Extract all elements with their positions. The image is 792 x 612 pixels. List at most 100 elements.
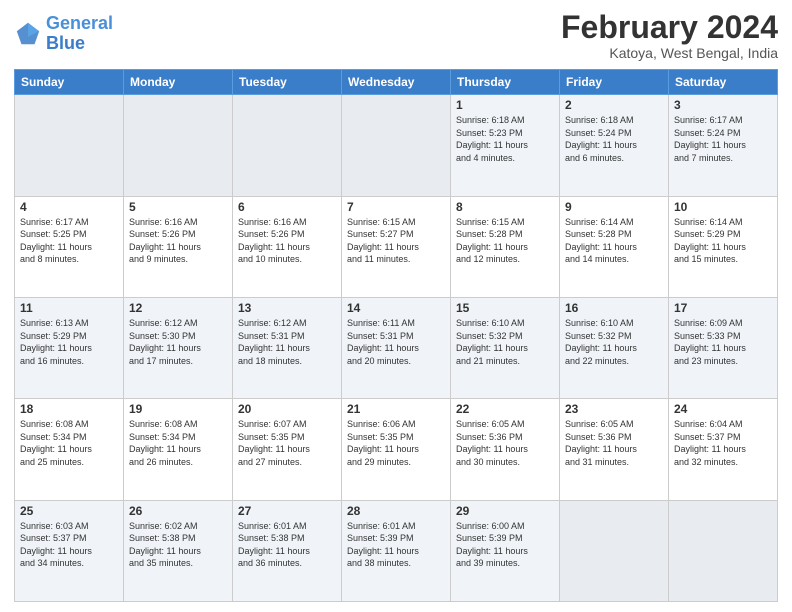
day-number: 1	[456, 98, 554, 112]
day-info: Sunrise: 6:13 AM Sunset: 5:29 PM Dayligh…	[20, 317, 118, 367]
day-info: Sunrise: 6:12 AM Sunset: 5:31 PM Dayligh…	[238, 317, 336, 367]
logo-icon	[14, 20, 42, 48]
day-info: Sunrise: 6:17 AM Sunset: 5:25 PM Dayligh…	[20, 216, 118, 266]
title-block: February 2024 Katoya, West Bengal, India	[561, 10, 778, 61]
logo-blue: Blue	[46, 33, 85, 53]
month-year-title: February 2024	[561, 10, 778, 45]
calendar-week-row: 18 Sunrise: 6:08 AM Sunset: 5:34 PM Dayli…	[15, 399, 778, 500]
day-info: Sunrise: 6:17 AM Sunset: 5:24 PM Dayligh…	[674, 114, 772, 164]
day-info: Sunrise: 6:01 AM Sunset: 5:38 PM Dayligh…	[238, 520, 336, 570]
calendar-day-cell: 28 Sunrise: 6:01 AM Sunset: 5:39 PM Dayli…	[342, 500, 451, 601]
calendar-day-cell: 18 Sunrise: 6:08 AM Sunset: 5:34 PM Dayli…	[15, 399, 124, 500]
calendar-day-cell: 2 Sunrise: 6:18 AM Sunset: 5:24 PM Daylig…	[560, 95, 669, 196]
day-number: 16	[565, 301, 663, 315]
calendar-day-cell: 4Sunrise: 6:17 AM Sunset: 5:25 PM Daylig…	[15, 196, 124, 297]
calendar-day-cell	[233, 95, 342, 196]
calendar-day-cell: 7 Sunrise: 6:15 AM Sunset: 5:27 PM Daylig…	[342, 196, 451, 297]
day-info: Sunrise: 6:01 AM Sunset: 5:39 PM Dayligh…	[347, 520, 445, 570]
weekday-header-saturday: Saturday	[669, 70, 778, 95]
weekday-header-sunday: Sunday	[15, 70, 124, 95]
logo: General Blue	[14, 14, 113, 54]
day-number: 3	[674, 98, 772, 112]
day-number: 2	[565, 98, 663, 112]
day-info: Sunrise: 6:15 AM Sunset: 5:28 PM Dayligh…	[456, 216, 554, 266]
day-info: Sunrise: 6:11 AM Sunset: 5:31 PM Dayligh…	[347, 317, 445, 367]
calendar-day-cell: 1 Sunrise: 6:18 AM Sunset: 5:23 PM Daylig…	[451, 95, 560, 196]
calendar-day-cell: 21 Sunrise: 6:06 AM Sunset: 5:35 PM Dayli…	[342, 399, 451, 500]
calendar-week-row: 25 Sunrise: 6:03 AM Sunset: 5:37 PM Dayli…	[15, 500, 778, 601]
day-number: 5	[129, 200, 227, 214]
weekday-header-friday: Friday	[560, 70, 669, 95]
calendar-week-row: 4Sunrise: 6:17 AM Sunset: 5:25 PM Daylig…	[15, 196, 778, 297]
calendar-week-row: 1 Sunrise: 6:18 AM Sunset: 5:23 PM Daylig…	[15, 95, 778, 196]
day-info: Sunrise: 6:18 AM Sunset: 5:24 PM Dayligh…	[565, 114, 663, 164]
calendar-day-cell	[560, 500, 669, 601]
day-number: 27	[238, 504, 336, 518]
calendar-day-cell: 13 Sunrise: 6:12 AM Sunset: 5:31 PM Dayli…	[233, 297, 342, 398]
day-number: 8	[456, 200, 554, 214]
calendar-day-cell: 22 Sunrise: 6:05 AM Sunset: 5:36 PM Dayli…	[451, 399, 560, 500]
calendar-day-cell: 6 Sunrise: 6:16 AM Sunset: 5:26 PM Daylig…	[233, 196, 342, 297]
day-info: Sunrise: 6:04 AM Sunset: 5:37 PM Dayligh…	[674, 418, 772, 468]
calendar-day-cell: 11 Sunrise: 6:13 AM Sunset: 5:29 PM Dayli…	[15, 297, 124, 398]
day-info: Sunrise: 6:06 AM Sunset: 5:35 PM Dayligh…	[347, 418, 445, 468]
day-number: 13	[238, 301, 336, 315]
day-number: 17	[674, 301, 772, 315]
day-info: Sunrise: 6:14 AM Sunset: 5:28 PM Dayligh…	[565, 216, 663, 266]
calendar-day-cell: 14Sunrise: 6:11 AM Sunset: 5:31 PM Dayli…	[342, 297, 451, 398]
day-number: 22	[456, 402, 554, 416]
calendar-table: SundayMondayTuesdayWednesdayThursdayFrid…	[14, 69, 778, 602]
calendar-day-cell: 25 Sunrise: 6:03 AM Sunset: 5:37 PM Dayli…	[15, 500, 124, 601]
header: General Blue February 2024 Katoya, West …	[14, 10, 778, 61]
calendar-day-cell: 19 Sunrise: 6:08 AM Sunset: 5:34 PM Dayli…	[124, 399, 233, 500]
day-info: Sunrise: 6:02 AM Sunset: 5:38 PM Dayligh…	[129, 520, 227, 570]
page: General Blue February 2024 Katoya, West …	[0, 0, 792, 612]
day-number: 21	[347, 402, 445, 416]
day-number: 25	[20, 504, 118, 518]
day-info: Sunrise: 6:15 AM Sunset: 5:27 PM Dayligh…	[347, 216, 445, 266]
calendar-day-cell: 29 Sunrise: 6:00 AM Sunset: 5:39 PM Dayli…	[451, 500, 560, 601]
day-info: Sunrise: 6:07 AM Sunset: 5:35 PM Dayligh…	[238, 418, 336, 468]
day-info: Sunrise: 6:16 AM Sunset: 5:26 PM Dayligh…	[238, 216, 336, 266]
location-subtitle: Katoya, West Bengal, India	[561, 45, 778, 61]
day-info: Sunrise: 6:03 AM Sunset: 5:37 PM Dayligh…	[20, 520, 118, 570]
calendar-day-cell: 8 Sunrise: 6:15 AM Sunset: 5:28 PM Daylig…	[451, 196, 560, 297]
day-info: Sunrise: 6:09 AM Sunset: 5:33 PM Dayligh…	[674, 317, 772, 367]
day-info: Sunrise: 6:10 AM Sunset: 5:32 PM Dayligh…	[565, 317, 663, 367]
day-number: 18	[20, 402, 118, 416]
day-info: Sunrise: 6:08 AM Sunset: 5:34 PM Dayligh…	[20, 418, 118, 468]
day-info: Sunrise: 6:05 AM Sunset: 5:36 PM Dayligh…	[456, 418, 554, 468]
day-number: 11	[20, 301, 118, 315]
day-number: 24	[674, 402, 772, 416]
calendar-day-cell: 23Sunrise: 6:05 AM Sunset: 5:36 PM Dayli…	[560, 399, 669, 500]
day-number: 29	[456, 504, 554, 518]
calendar-day-cell	[124, 95, 233, 196]
day-number: 19	[129, 402, 227, 416]
day-info: Sunrise: 6:00 AM Sunset: 5:39 PM Dayligh…	[456, 520, 554, 570]
weekday-header-monday: Monday	[124, 70, 233, 95]
weekday-header-row: SundayMondayTuesdayWednesdayThursdayFrid…	[15, 70, 778, 95]
logo-text: General Blue	[46, 14, 113, 54]
day-number: 15	[456, 301, 554, 315]
calendar-week-row: 11 Sunrise: 6:13 AM Sunset: 5:29 PM Dayli…	[15, 297, 778, 398]
calendar-day-cell: 26 Sunrise: 6:02 AM Sunset: 5:38 PM Dayli…	[124, 500, 233, 601]
calendar-day-cell: 17 Sunrise: 6:09 AM Sunset: 5:33 PM Dayli…	[669, 297, 778, 398]
day-number: 6	[238, 200, 336, 214]
day-number: 26	[129, 504, 227, 518]
calendar-day-cell	[669, 500, 778, 601]
day-number: 7	[347, 200, 445, 214]
day-number: 20	[238, 402, 336, 416]
day-info: Sunrise: 6:14 AM Sunset: 5:29 PM Dayligh…	[674, 216, 772, 266]
calendar-day-cell: 16 Sunrise: 6:10 AM Sunset: 5:32 PM Dayli…	[560, 297, 669, 398]
day-info: Sunrise: 6:08 AM Sunset: 5:34 PM Dayligh…	[129, 418, 227, 468]
calendar-day-cell: 20 Sunrise: 6:07 AM Sunset: 5:35 PM Dayli…	[233, 399, 342, 500]
calendar-day-cell: 27 Sunrise: 6:01 AM Sunset: 5:38 PM Dayli…	[233, 500, 342, 601]
day-info: Sunrise: 6:18 AM Sunset: 5:23 PM Dayligh…	[456, 114, 554, 164]
calendar-day-cell	[15, 95, 124, 196]
calendar-day-cell	[342, 95, 451, 196]
weekday-header-tuesday: Tuesday	[233, 70, 342, 95]
day-info: Sunrise: 6:10 AM Sunset: 5:32 PM Dayligh…	[456, 317, 554, 367]
day-number: 10	[674, 200, 772, 214]
day-number: 28	[347, 504, 445, 518]
day-info: Sunrise: 6:16 AM Sunset: 5:26 PM Dayligh…	[129, 216, 227, 266]
